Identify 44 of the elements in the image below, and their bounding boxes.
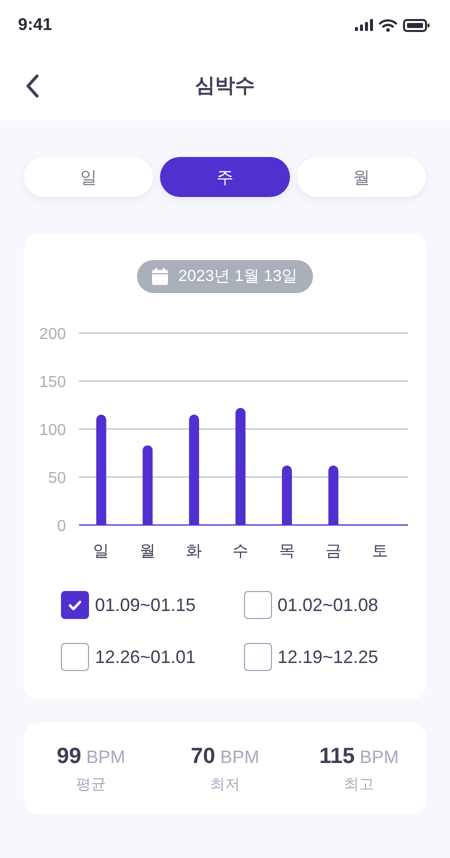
week-checkbox[interactable]: [61, 591, 89, 619]
axis-tick-label: 100: [39, 422, 66, 439]
week-range-label: 01.02~01.08: [278, 594, 378, 616]
period-tab[interactable]: 주: [160, 157, 290, 197]
bar: [328, 466, 338, 525]
stat-label: 최저: [210, 775, 240, 794]
axis-tick-label: 0: [57, 518, 66, 535]
date-label: 2023년 1월 13일: [178, 267, 298, 287]
stat-label: 평균: [76, 775, 106, 794]
axis-category-label: 토: [372, 543, 388, 560]
axis-category-label: 일: [93, 543, 110, 560]
bar: [282, 466, 292, 525]
week-checkbox[interactable]: [244, 591, 272, 619]
wifi-icon: [379, 18, 397, 32]
date-chip[interactable]: 2023년 1월 13일: [137, 260, 313, 293]
stat-unit: BPM: [360, 747, 399, 768]
back-icon: [25, 74, 39, 98]
stat-unit: BPM: [220, 747, 260, 768]
week-range-label: 12.26~01.01: [95, 646, 196, 668]
week-range-label: 01.09~01.15: [95, 594, 196, 616]
axis-tick-label: 150: [39, 374, 66, 391]
axis-category-label: 수: [232, 543, 248, 560]
axis-tick-label: 200: [39, 326, 66, 343]
week-checkbox[interactable]: [244, 643, 272, 671]
stat-value: 70: [190, 743, 216, 769]
axis-tick-label: 50: [48, 470, 66, 487]
stat-label: 최고: [344, 775, 374, 794]
battery-icon: [403, 18, 430, 32]
week-range-label: 12.19~12.25: [278, 646, 378, 668]
status-time: 9:41: [18, 15, 52, 35]
signal-icon: [355, 19, 373, 31]
check-icon: [68, 600, 82, 610]
stat-value: 99: [56, 743, 82, 769]
axis-category-label: 목: [278, 543, 295, 560]
axis-category-label: 금: [325, 543, 342, 560]
calendar-icon: [152, 268, 168, 285]
axis-category-label: 화: [186, 543, 202, 560]
stat-value: 115: [319, 743, 355, 769]
period-tab[interactable]: 월: [296, 157, 426, 197]
axis-category-label: 월: [140, 543, 156, 560]
week-checkbox[interactable]: [61, 643, 89, 671]
stat-unit: BPM: [86, 747, 126, 768]
period-tab[interactable]: 일: [24, 157, 154, 197]
page-title: 심박수: [195, 74, 255, 98]
